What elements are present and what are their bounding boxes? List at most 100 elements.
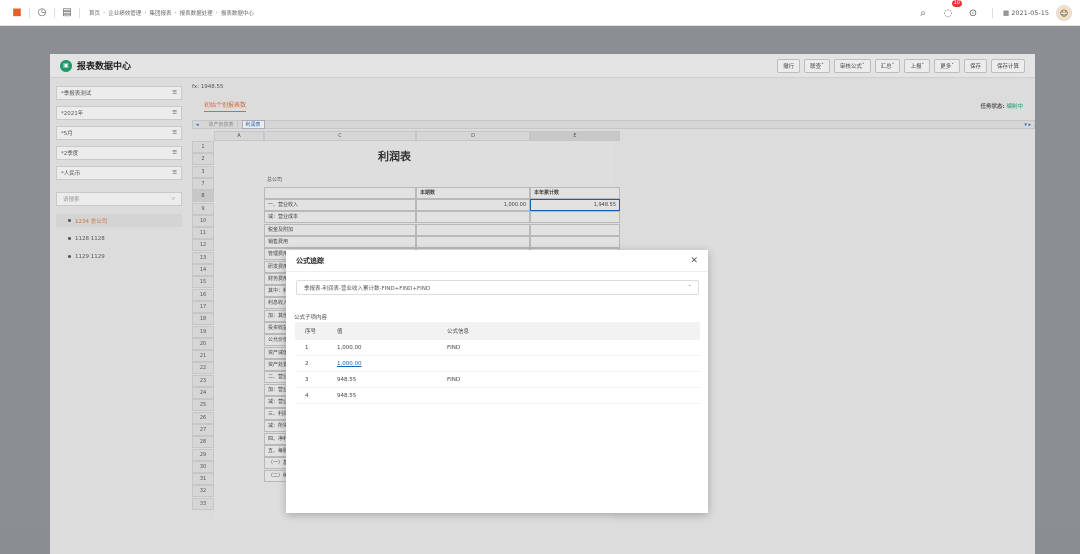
- row-header[interactable]: 20: [192, 337, 214, 350]
- filter-year[interactable]: *2021年 ☰: [56, 106, 182, 120]
- row-header[interactable]: 22: [192, 362, 214, 375]
- button-link-query[interactable]: 联查 ˅: [804, 59, 830, 73]
- avatar[interactable]: ☺: [1056, 5, 1072, 21]
- filter-value: *2021年: [61, 111, 84, 117]
- value-cell[interactable]: [530, 223, 620, 236]
- tree-item[interactable]: 1128 1128: [56, 232, 182, 245]
- cell-ytd-revenue[interactable]: 1,948.55: [530, 199, 620, 211]
- list-icon: ☰: [172, 150, 177, 156]
- row-header[interactable]: 8: [192, 190, 214, 203]
- value-cell[interactable]: [530, 211, 620, 224]
- search-icon[interactable]: ⌕: [172, 196, 175, 203]
- row-header[interactable]: 17: [192, 300, 214, 313]
- row-value-link[interactable]: 1,000.00: [337, 361, 362, 367]
- value-cell[interactable]: [416, 235, 530, 248]
- row-header[interactable]: 18: [192, 313, 214, 326]
- notification-badge: 10: [951, 0, 962, 7]
- filter-currency[interactable]: *人民币 ☰: [56, 166, 182, 180]
- message-icon[interactable]: ◌ 10: [939, 0, 962, 22]
- row-header[interactable]: 11: [192, 227, 214, 240]
- filter-report-type[interactable]: *季报表测试 ☰: [56, 86, 182, 100]
- sidebar: *季报表测试 ☰ *2021年 ☰ *5月 ☰ *2季度 ☰ *人民币 ☰ 请搜索 ⌕ 12…: [56, 86, 182, 268]
- breadcrumb-item[interactable]: 报表数据中心: [221, 9, 254, 17]
- report-center-logo-icon: ▣: [60, 59, 72, 72]
- cell-current-revenue[interactable]: 1,000.00: [416, 199, 530, 211]
- value-cell[interactable]: [416, 223, 530, 236]
- table-row: 1 1,000.00 FIND: [295, 340, 700, 356]
- search-input[interactable]: 请搜索 ⌕: [56, 192, 182, 206]
- filter-quarter[interactable]: *2季度 ☰: [56, 146, 182, 160]
- item-label-cell[interactable]: 一、营业收入: [264, 199, 416, 211]
- button-insert-row[interactable]: 撤行: [777, 59, 801, 73]
- button-audit-formula[interactable]: 审核公式 ˅: [833, 59, 871, 73]
- formula-select[interactable]: 季报表-利润表-营业收入累计数-FIND+FIND+FIND ˅: [296, 280, 699, 295]
- formula-bar[interactable]: fx: 1948.55: [192, 84, 1035, 94]
- column-header[interactable]: C: [264, 131, 416, 141]
- play-icon[interactable]: ⊙: [964, 4, 982, 22]
- section-label: 公式子项内容: [294, 315, 328, 321]
- row-header[interactable]: 14: [192, 264, 214, 276]
- value-cell[interactable]: [530, 235, 620, 248]
- tab-scroll-left-icon[interactable]: ◂: [193, 122, 202, 128]
- calendar-icon: ▦: [1003, 9, 1012, 17]
- task-status-value: 编制中: [1006, 104, 1023, 110]
- row-header[interactable]: 27: [192, 423, 214, 436]
- row-header[interactable]: 16: [192, 288, 214, 301]
- row-header[interactable]: 2: [192, 153, 214, 166]
- row-header[interactable]: 19: [192, 325, 214, 338]
- tab-initial-report[interactable]: 初始个别报表数: [204, 100, 247, 112]
- row-header[interactable]: 28: [192, 436, 214, 449]
- button-summary[interactable]: 汇总 ˅: [874, 59, 901, 73]
- modal-backdrop[interactable]: ▣ 报表数据中心 撤行 联查 ˅ 审核公式 ˅ 汇总 ˅ 上报 ˅ 更多 ˅ 保…: [0, 26, 1080, 554]
- row-header[interactable]: 21: [192, 350, 214, 363]
- item-label-cell[interactable]: 税金及附加: [264, 223, 416, 236]
- tab-scroll-right-icon[interactable]: ▾ ▸: [1021, 122, 1034, 128]
- breadcrumb-item[interactable]: 首页: [89, 9, 100, 17]
- clock-icon[interactable]: ◷: [33, 4, 51, 22]
- close-icon[interactable]: ✕: [690, 256, 698, 266]
- row-header[interactable]: 9: [192, 202, 214, 215]
- list-icon: ☰: [172, 110, 177, 116]
- item-label-cell[interactable]: 减：营业成本: [264, 211, 416, 224]
- item-label-cell[interactable]: 销售费用: [264, 235, 416, 248]
- row-header[interactable]: 10: [192, 214, 214, 227]
- save-calc-button[interactable]: 保存计算: [990, 59, 1025, 73]
- row-header[interactable]: 29: [192, 448, 214, 461]
- row-header[interactable]: 26: [192, 411, 214, 424]
- row-header[interactable]: 24: [192, 387, 214, 399]
- button-report[interactable]: 上报 ˅: [904, 59, 931, 73]
- row-header[interactable]: 23: [192, 374, 214, 387]
- value-cell[interactable]: [416, 211, 530, 224]
- row-header[interactable]: 25: [192, 399, 214, 412]
- breadcrumb-item[interactable]: 企业绩效管理: [108, 9, 141, 17]
- document-icon[interactable]: ▤: [58, 4, 76, 22]
- chevron-right-icon: ›: [174, 9, 177, 16]
- column-header[interactable]: D: [416, 131, 530, 141]
- bullet-icon: [68, 237, 71, 240]
- column-header[interactable]: E: [530, 131, 620, 141]
- tab-balance-sheet[interactable]: 资产负债表: [206, 121, 238, 128]
- search-icon[interactable]: ⌕: [914, 4, 932, 22]
- tree-item[interactable]: 1234 总公司: [56, 214, 182, 227]
- save-button[interactable]: 保存: [963, 59, 987, 73]
- row-header[interactable]: 7: [192, 177, 214, 190]
- tree-item[interactable]: 1129 1129: [56, 250, 182, 263]
- breadcrumb-item[interactable]: 集团报表: [149, 9, 171, 17]
- tab-income-statement[interactable]: 利润表: [241, 120, 265, 129]
- breadcrumb-item[interactable]: 报表数据处理: [180, 9, 213, 17]
- button-more[interactable]: 更多 ˅: [934, 59, 960, 73]
- row-header[interactable]: 33: [192, 497, 214, 510]
- row-header[interactable]: 12: [192, 239, 214, 252]
- row-header[interactable]: 3: [192, 165, 214, 178]
- top-navbar: ■ ◷ ▤ 首页 › 企业绩效管理 › 集团报表 › 报表数据处理 › 报表数据中心 ⌕…: [0, 0, 1080, 26]
- app-grid-icon[interactable]: ■: [8, 4, 26, 22]
- row-header[interactable]: 32: [192, 485, 214, 498]
- filter-month[interactable]: *5月 ☰: [56, 126, 182, 140]
- task-status: 任务状态: 编制中: [981, 102, 1023, 110]
- column-header[interactable]: A: [214, 131, 264, 141]
- row-header[interactable]: 15: [192, 276, 214, 289]
- row-header[interactable]: 30: [192, 460, 214, 473]
- row-header[interactable]: 1: [192, 141, 214, 153]
- row-header[interactable]: 31: [192, 473, 214, 486]
- row-header[interactable]: 13: [192, 251, 214, 264]
